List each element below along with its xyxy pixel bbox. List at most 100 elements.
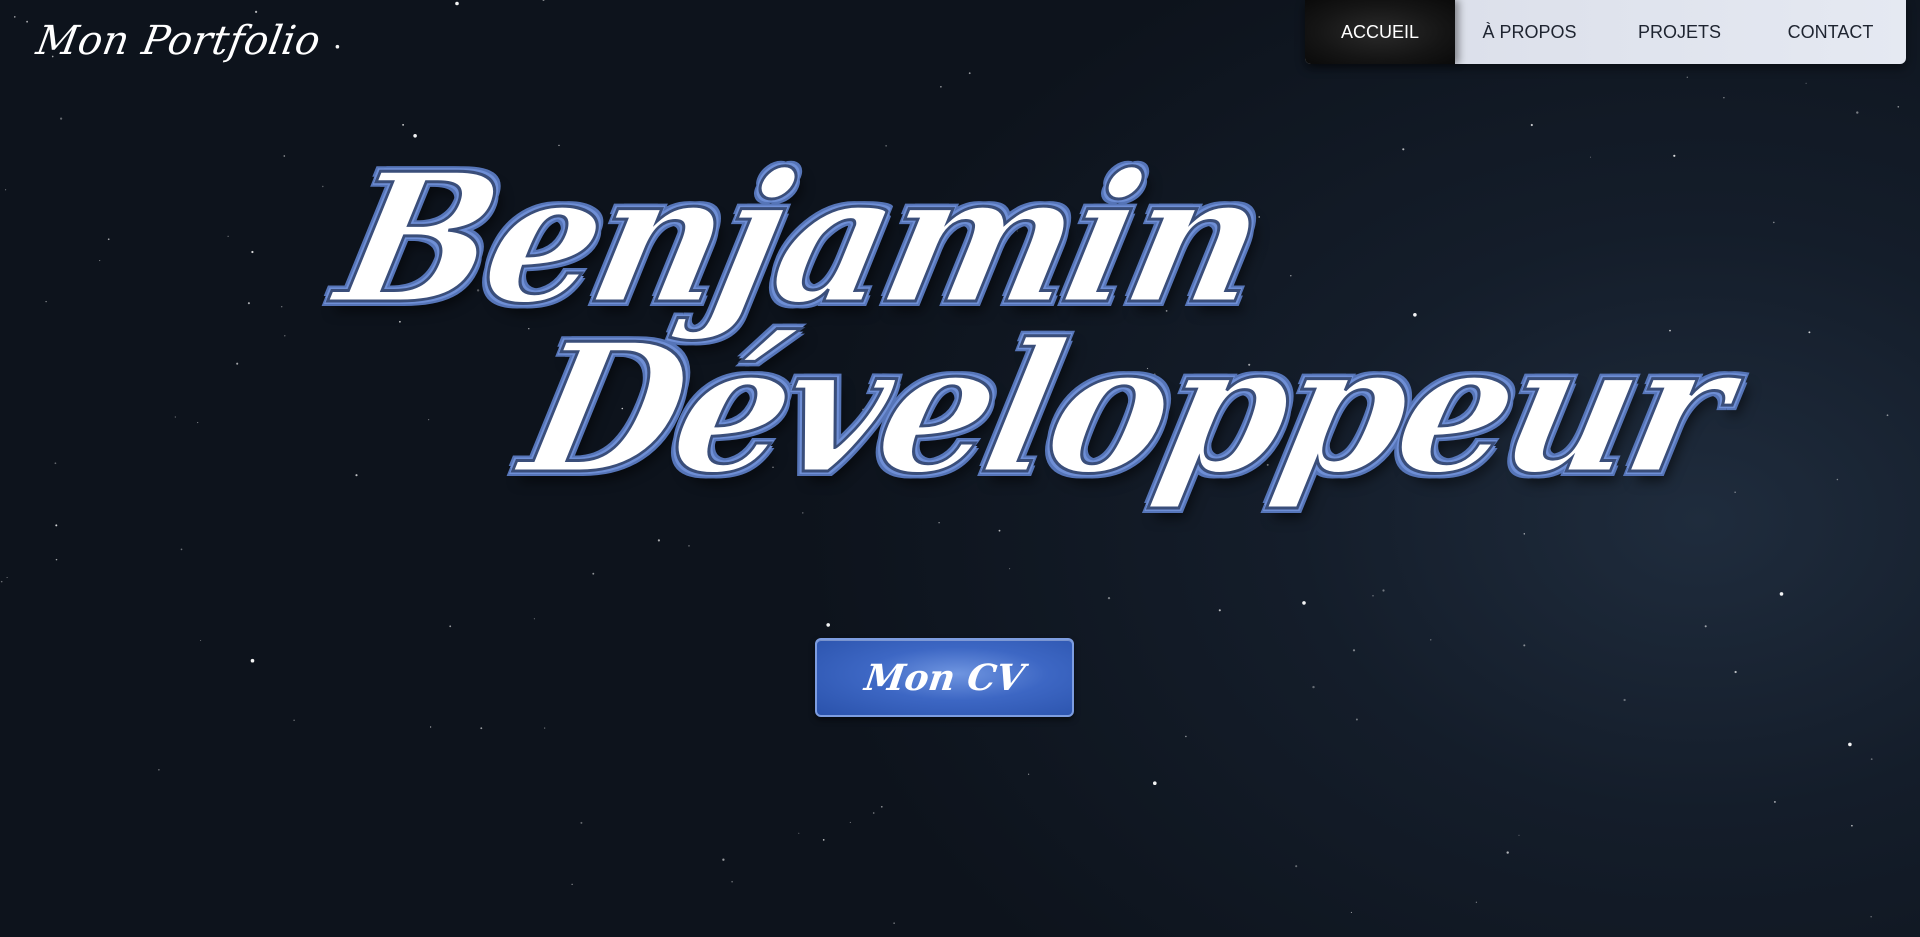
star — [1248, 363, 1251, 366]
star — [1805, 82, 1807, 84]
star — [528, 328, 530, 330]
star — [542, 0, 545, 2]
star — [914, 385, 917, 388]
star — [1355, 718, 1358, 721]
star — [1191, 230, 1194, 233]
star — [174, 416, 176, 418]
star — [731, 880, 733, 883]
star — [322, 185, 324, 188]
star — [6, 576, 8, 579]
star — [1153, 781, 1157, 785]
star — [1352, 649, 1356, 652]
star — [402, 123, 405, 126]
star — [1856, 111, 1859, 114]
star — [1669, 329, 1671, 332]
star — [789, 290, 791, 293]
star — [1734, 670, 1737, 674]
star — [1028, 773, 1030, 775]
star — [1623, 698, 1626, 702]
star — [474, 226, 476, 228]
star — [1312, 685, 1315, 689]
star — [1413, 313, 1417, 317]
star — [99, 260, 101, 262]
star — [0, 580, 3, 583]
star — [1772, 221, 1775, 224]
star — [284, 335, 286, 337]
star — [1475, 901, 1478, 903]
nav-item-contact[interactable]: CONTACT — [1755, 0, 1906, 64]
star — [107, 238, 110, 241]
star — [1870, 758, 1873, 760]
star — [940, 85, 942, 88]
star — [798, 832, 800, 834]
star — [429, 726, 432, 728]
star — [480, 727, 483, 730]
star — [1723, 97, 1725, 99]
star — [1382, 589, 1385, 592]
star — [571, 883, 573, 885]
star — [885, 145, 887, 147]
nav-item-projets[interactable]: PROJETS — [1604, 0, 1755, 64]
star — [440, 275, 442, 277]
star — [55, 524, 58, 527]
star — [1886, 414, 1889, 417]
star — [1016, 230, 1018, 232]
star — [399, 320, 401, 323]
star — [849, 821, 851, 823]
star — [1146, 367, 1149, 370]
star — [1523, 533, 1526, 535]
star — [1836, 478, 1839, 481]
star — [227, 235, 229, 237]
star — [1534, 438, 1537, 441]
star — [428, 419, 430, 421]
star — [558, 144, 560, 147]
star — [533, 618, 535, 620]
star — [158, 769, 160, 771]
star — [1523, 644, 1526, 647]
star — [251, 250, 254, 254]
star — [862, 408, 864, 411]
star — [254, 10, 258, 14]
star — [722, 858, 725, 861]
star — [1773, 800, 1776, 803]
main-navigation: ACCUEIL À PROPOS PROJETS CONTACT — [1305, 0, 1906, 64]
nav-item-a-propos[interactable]: À PROPOS — [1455, 0, 1604, 64]
star — [1165, 310, 1168, 312]
star — [54, 462, 57, 465]
star — [1653, 410, 1656, 413]
star — [449, 625, 452, 628]
star — [968, 72, 971, 75]
star — [1266, 463, 1269, 466]
star — [621, 407, 624, 410]
star — [802, 512, 804, 514]
star — [580, 821, 583, 824]
star — [1504, 398, 1507, 401]
star — [283, 155, 286, 157]
cv-button[interactable]: Mon CV — [815, 638, 1074, 717]
site-logo[interactable]: Mon Portfolio — [33, 18, 324, 64]
star — [1107, 596, 1111, 600]
star — [1218, 609, 1221, 612]
star — [826, 623, 830, 627]
star — [335, 44, 340, 49]
star — [1897, 105, 1900, 108]
star — [1704, 625, 1707, 628]
star — [1848, 742, 1852, 747]
star — [1295, 865, 1298, 868]
star — [1851, 824, 1853, 827]
star — [1153, 373, 1156, 376]
star — [1350, 911, 1352, 913]
star — [657, 539, 661, 542]
star — [1587, 409, 1590, 412]
star — [671, 272, 673, 274]
star — [1302, 601, 1306, 605]
star — [476, 289, 480, 292]
star — [1589, 156, 1592, 158]
star — [1430, 639, 1432, 641]
nav-item-accueil[interactable]: ACCUEIL — [1305, 0, 1455, 64]
star — [1027, 259, 1029, 261]
star — [1673, 154, 1676, 157]
star — [45, 300, 47, 303]
star — [1009, 568, 1011, 570]
star — [544, 727, 546, 729]
